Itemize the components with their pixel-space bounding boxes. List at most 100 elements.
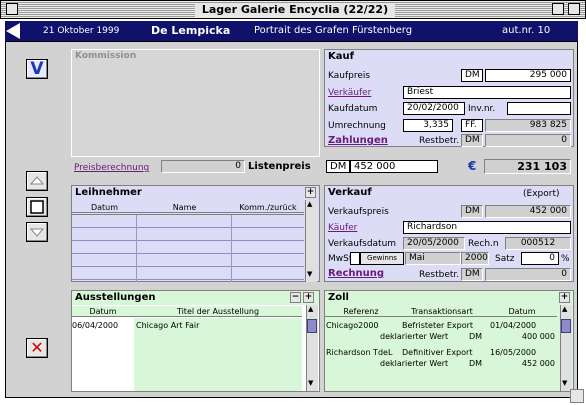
- leihnehmer-list[interactable]: [72, 214, 304, 282]
- delete-x-icon: ✕: [30, 338, 44, 357]
- kommission-title: Kommission: [75, 51, 137, 61]
- satz-field[interactable]: 0: [521, 252, 559, 265]
- col-header-aus-datum: Datum: [72, 306, 134, 317]
- scroll-thumb[interactable]: [561, 319, 571, 333]
- verkauf-restbetr-currency: DM: [461, 268, 483, 281]
- mwst-checkbox[interactable]: [350, 252, 360, 265]
- kaeufer-field[interactable]: Richardson: [403, 221, 571, 234]
- verkaeufer-link[interactable]: Verkäufer: [328, 87, 371, 99]
- kauf-restbetr-label: Restbetr.: [419, 136, 460, 146]
- collapse-box-icon[interactable]: [568, 3, 580, 15]
- kaufpreis-currency[interactable]: DM: [461, 69, 483, 82]
- zoll-row-art[interactable]: Definitiver Export: [402, 347, 472, 358]
- ausstellungen-panel: Ausstellungen − + Datum Titel der Ausste…: [71, 290, 320, 392]
- zoll-row-wert-label: deklarierter Wert: [380, 359, 449, 368]
- delete-button[interactable]: ✕: [26, 338, 48, 358]
- col-header-titel: Titel der Ausstellung: [134, 306, 302, 317]
- verkaufspreis-currency: DM: [461, 205, 483, 218]
- zahlungen-link[interactable]: Zahlungen: [328, 135, 388, 147]
- scroll-up-icon[interactable]: ▲: [308, 305, 313, 313]
- kaufpreis-field[interactable]: 295 000: [485, 69, 571, 82]
- back-arrow-icon[interactable]: [6, 23, 20, 39]
- listenpreis-label: Listenpreis: [248, 161, 311, 172]
- verkauf-restbetr-label: Restbetr.: [419, 270, 460, 280]
- zoll-row-wert-currency: DM: [469, 332, 483, 341]
- ausstellungen-scrollbar[interactable]: ▲ ▼: [306, 305, 318, 391]
- scroll-down-icon[interactable]: ▼: [562, 379, 567, 387]
- triangle-up-icon: [29, 176, 45, 185]
- artist-name: De Lempicka: [151, 24, 231, 37]
- zoll-panel: Zoll + Referenz Transaktionsart Datum Ch…: [324, 290, 574, 392]
- invnr-field[interactable]: [507, 102, 571, 115]
- zoll-row-wert-label: deklarierter Wert: [380, 332, 449, 341]
- umrechnung-value: 983 825: [485, 119, 571, 132]
- zoll-row-art[interactable]: Befristeter Export: [402, 320, 473, 331]
- euro-icon: €: [468, 159, 477, 173]
- zoll-row-datum[interactable]: 16/05/2000: [490, 347, 536, 358]
- mwst-label: MwSt: [328, 254, 353, 264]
- invnr-label: Inv.nr.: [468, 104, 496, 114]
- ausstellung-datum[interactable]: 06/04/2000: [72, 320, 134, 331]
- zoll-row-wert: 400 000: [521, 332, 555, 341]
- year-field: 2000: [461, 252, 489, 265]
- work-title: Portrait des Grafen Fürstenberg: [254, 25, 413, 36]
- preisberechnung-link[interactable]: Preisberechnung: [74, 162, 149, 174]
- zoll-row-wert: 452 000: [521, 359, 555, 368]
- ff-currency[interactable]: FF.: [461, 119, 483, 132]
- verkaeufer-field[interactable]: Briest: [403, 86, 571, 99]
- umrechnung-field[interactable]: 3,335: [403, 119, 453, 132]
- kaufdatum-field[interactable]: 20/02/2000: [403, 102, 465, 115]
- zoll-title: Zoll: [328, 292, 349, 303]
- leihnehmer-add-button[interactable]: +: [305, 187, 316, 198]
- euro-value: 231 103: [484, 159, 571, 174]
- rechnung-link[interactable]: Rechnung: [328, 268, 384, 280]
- leihnehmer-scrollbar[interactable]: ▲ ▼: [305, 200, 317, 282]
- listenpreis-field[interactable]: 452 000: [350, 160, 438, 173]
- aut-number: aut.nr. 10: [502, 25, 551, 36]
- v-icon: V: [30, 59, 44, 79]
- window-title: Lager Galerie Encyclia (22/22): [195, 3, 395, 17]
- scroll-down-icon[interactable]: ▼: [308, 379, 313, 387]
- scroll-up-button[interactable]: [26, 171, 48, 191]
- satz-label: Satz: [495, 254, 515, 264]
- title-bar[interactable]: Lager Galerie Encyclia (22/22): [0, 0, 586, 19]
- scroll-thumb[interactable]: [307, 319, 317, 333]
- verkaufspreis-label: Verkaufspreis: [328, 207, 389, 217]
- validate-button[interactable]: V: [26, 59, 48, 79]
- zoll-row-ref[interactable]: Richardson TdeL: [326, 347, 392, 358]
- center-button[interactable]: [26, 197, 48, 217]
- kauf-restbetr-value: 0: [485, 134, 571, 147]
- scroll-up-icon[interactable]: ▲: [562, 305, 567, 313]
- verkauf-panel: Verkauf (Export) Verkaufspreis DM 452 00…: [324, 185, 574, 282]
- kommission-panel[interactable]: Kommission: [71, 49, 320, 157]
- col-header-transaktionsart: Transaktionsart: [397, 306, 487, 317]
- kauf-panel: Kauf Kaufpreis DM 295 000 Verkäufer Brie…: [324, 49, 574, 147]
- zoom-box-icon[interactable]: [552, 3, 564, 15]
- zoll-row-ref[interactable]: Chicago2000: [326, 320, 379, 331]
- square-icon: [30, 200, 44, 214]
- preisberechnung-value: 0: [161, 160, 245, 173]
- header-date: 21 Oktober 1999: [43, 26, 120, 36]
- zoll-scrollbar[interactable]: ▲ ▼: [560, 305, 572, 391]
- kaeufer-link[interactable]: Käufer: [328, 222, 357, 234]
- ausstellung-titel[interactable]: Chicago Art Fair: [136, 320, 296, 331]
- percent-label: %: [561, 254, 570, 264]
- close-box-icon[interactable]: [6, 3, 18, 15]
- verkauf-restbetr-value: 0: [485, 268, 571, 281]
- main-form: V ✕ Kommission Kauf Kaufpreis DM 295 000…: [5, 41, 578, 398]
- listenpreis-currency[interactable]: DM: [326, 160, 350, 173]
- col-header-referenz: Referenz: [325, 306, 397, 317]
- verkaufsdatum-label: Verkaufsdatum: [328, 239, 397, 249]
- zoll-add-button[interactable]: +: [559, 292, 570, 303]
- ausstellungen-add-button[interactable]: +: [303, 292, 314, 303]
- scroll-down-button[interactable]: [26, 222, 48, 242]
- leihnehmer-title: Leihnehmer: [75, 187, 142, 198]
- resize-grip-icon[interactable]: [570, 389, 584, 403]
- zoll-row-datum[interactable]: 01/04/2000: [490, 320, 536, 331]
- gewinns-button[interactable]: Gewinns: [360, 252, 404, 265]
- record-header: 21 Oktober 1999 De Lempicka Portrait des…: [5, 21, 578, 41]
- ausstellungen-remove-button[interactable]: −: [290, 292, 301, 303]
- kauf-title: Kauf: [328, 51, 354, 62]
- scroll-up-icon[interactable]: ▲: [307, 200, 312, 208]
- scroll-down-icon[interactable]: ▼: [307, 270, 312, 278]
